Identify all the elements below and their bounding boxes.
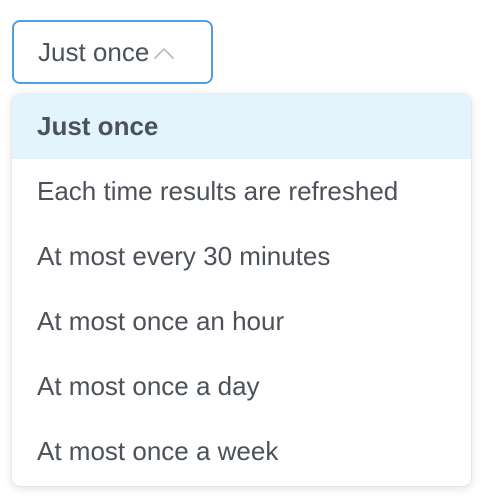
option-once-a-day[interactable]: At most once a day	[12, 354, 471, 419]
option-just-once[interactable]: Just once	[12, 94, 471, 159]
option-each-refresh[interactable]: Each time results are refreshed	[12, 159, 471, 224]
option-every-30-minutes[interactable]: At most every 30 minutes	[12, 224, 471, 289]
option-once-an-hour[interactable]: At most once an hour	[12, 289, 471, 354]
chevron-up-icon	[153, 46, 175, 60]
select-value: Just once	[38, 36, 150, 67]
option-once-a-week[interactable]: At most once a week	[12, 419, 471, 484]
frequency-select[interactable]: Just once	[12, 20, 213, 84]
frequency-options-list: Just once Each time results are refreshe…	[12, 94, 471, 486]
